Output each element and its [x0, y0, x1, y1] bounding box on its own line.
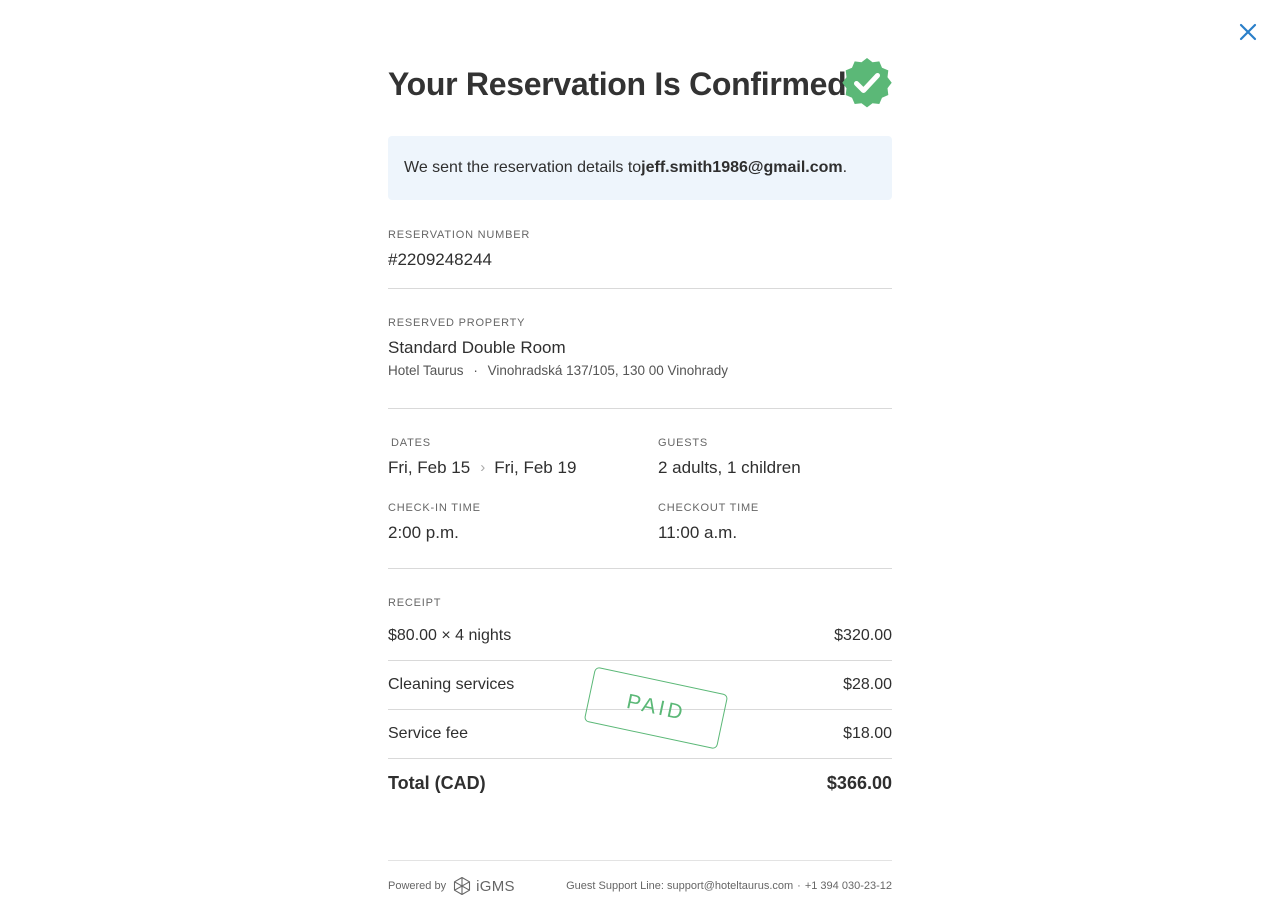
divider: [388, 288, 892, 289]
reservation-number: #2209248244: [388, 250, 493, 269]
brand-name: iGMS: [476, 877, 515, 895]
receipt-label: RECEIPT: [388, 597, 442, 609]
checkin-label: CHECK-IN TIME: [388, 502, 481, 514]
guests-label: GUESTS: [658, 437, 709, 449]
date-from: Fri, Feb 15: [388, 458, 471, 477]
chevron-right-icon: ›: [480, 459, 486, 476]
address-separator: ·: [473, 363, 478, 378]
powered-by: Powered by iGMS: [388, 876, 515, 896]
room-name: Standard Double Room: [388, 338, 566, 357]
checkout-value: 11:00 a.m.: [658, 523, 738, 542]
email-notice: We sent the reservation details to jeff.…: [388, 136, 892, 200]
support-email[interactable]: support@hoteltaurus.com: [667, 880, 793, 892]
header: Your Reservation Is Confirmed: [388, 56, 908, 112]
divider: [388, 408, 892, 409]
support-prefix: Guest Support Line:: [566, 880, 668, 892]
reservation-number-label: RESERVATION NUMBER: [388, 229, 531, 241]
receipt-item-label: Service fee: [388, 725, 469, 742]
igms-logo-icon: [454, 876, 471, 896]
receipt-item-label: Cleaning services: [388, 676, 515, 693]
powered-by-label: Powered by: [388, 880, 447, 892]
total-amount: $366.00: [826, 772, 892, 793]
checkout-label: CHECKOUT TIME: [658, 502, 760, 514]
verified-check-badge-icon: [842, 58, 892, 108]
support-separator: ·: [797, 880, 801, 892]
notice-suffix: .: [842, 159, 848, 176]
checkin-value: 2:00 p.m.: [388, 523, 459, 542]
guest-support: Guest Support Line: support@hoteltaurus.…: [566, 880, 892, 892]
divider: [388, 568, 892, 569]
dates-label: DATES: [391, 437, 431, 449]
support-phone[interactable]: +1 394 030-23-12: [805, 880, 892, 892]
close-button[interactable]: [1236, 20, 1260, 44]
receipt-item-amount: $320.00: [834, 627, 892, 644]
receipt-item-label: $80.00 × 4 nights: [388, 627, 512, 644]
guests-value: 2 adults, 1 children: [658, 458, 801, 477]
date-to: Fri, Feb 19: [494, 458, 577, 477]
address: Vinohradská 137/105, 130 00 Vinohrady: [487, 363, 729, 378]
reserved-property-label: RESERVED PROPERTY: [388, 317, 526, 329]
property-address: Hotel Taurus · Vinohradská 137/105, 130 …: [388, 363, 728, 378]
receipt-item-amount: $28.00: [843, 676, 892, 693]
notice-prefix: We sent the reservation details to: [404, 159, 642, 176]
dates-value: Fri, Feb 15 › Fri, Feb 19: [388, 458, 576, 478]
close-icon: [1239, 23, 1257, 41]
igms-logo[interactable]: iGMS: [452, 876, 515, 896]
receipt-row: $80.00 × 4 nights $320.00: [388, 612, 892, 661]
total-label: Total (CAD): [388, 772, 486, 793]
notice-email: jeff.smith1986@gmail.com: [641, 159, 843, 176]
hotel-name: Hotel Taurus: [388, 363, 464, 378]
receipt-total-row: Total (CAD) $366.00: [388, 759, 892, 807]
footer: Powered by iGMS Guest Support Line: supp…: [388, 860, 892, 911]
receipt-item-amount: $18.00: [843, 725, 892, 742]
page-title: Your Reservation Is Confirmed: [388, 66, 847, 102]
